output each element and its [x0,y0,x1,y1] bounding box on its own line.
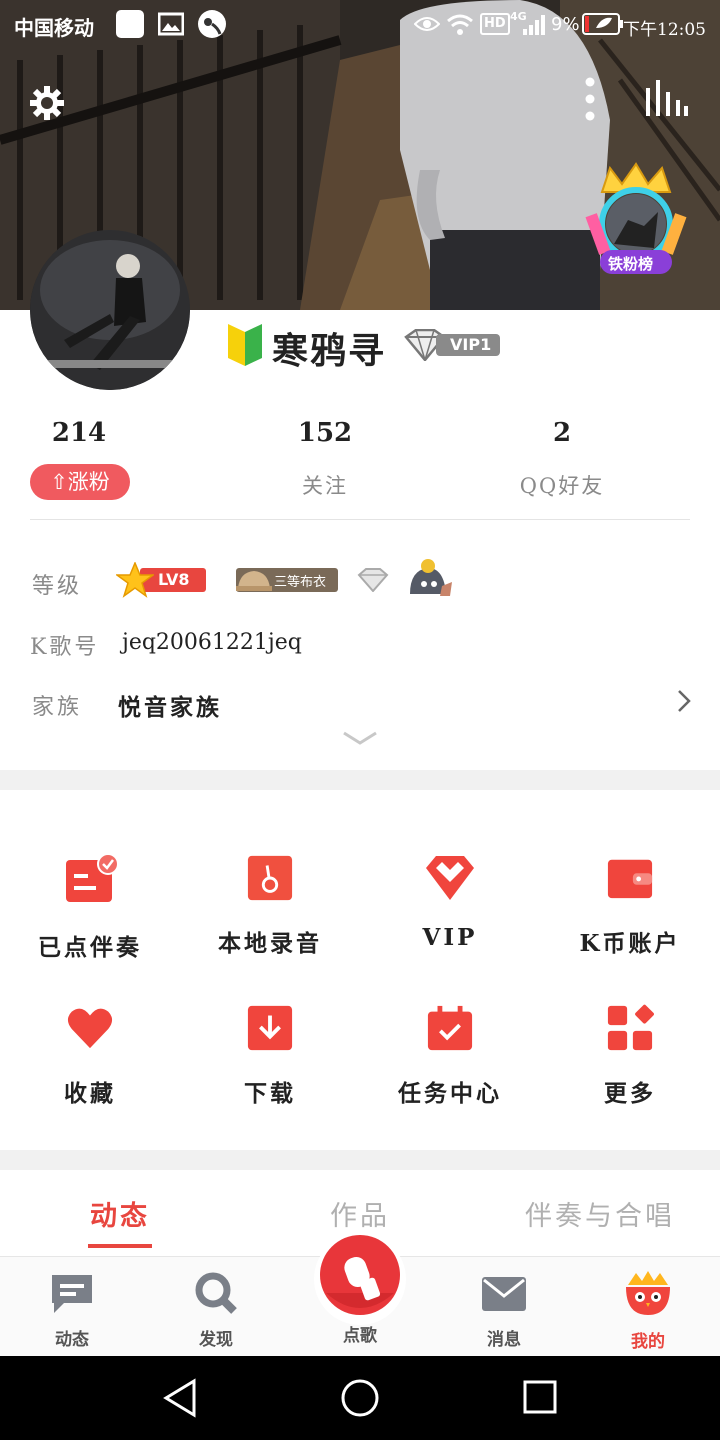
vip-diamond-icon [426,856,474,900]
stats-divider [30,519,690,520]
tab-active-indicator [88,1244,152,1248]
kge-id-value: jeq20061221jeq [122,630,302,655]
vip-label: VIP1 [450,335,492,354]
following-count[interactable]: 152 [225,418,425,448]
heart-icon [67,1008,113,1049]
bottom-nav: 动态 发现 点歌 消息 我的 [0,1233,720,1357]
grid-label: 收藏 [64,1080,116,1107]
nav-label: 动态 [55,1330,89,1350]
grow-fans-label: 涨粉 [67,470,110,494]
level-label: 等级 [32,574,83,599]
grid-label: 任务中心 [398,1080,502,1107]
avatar-photo [30,230,190,390]
up-arrow-icon: ⇧ [50,470,68,494]
grid-item-accompaniment[interactable]: 已点伴奏 [0,853,180,962]
wifi-icon [447,14,473,35]
grid-item-favorites[interactable]: 收藏 [0,1004,180,1108]
chevron-right-icon[interactable] [676,688,692,714]
rank-badge-label: 三等布衣 [274,575,327,590]
grid-label: 更多 [604,1080,656,1107]
grid-item-kcoin-account[interactable]: K币账户 [540,854,720,958]
message-icon [52,1275,92,1313]
grow-fans-button[interactable]: ⇧涨粉 [30,464,130,500]
nav-label: 我的 [631,1332,665,1352]
qq-friends-label[interactable]: QQ好友 [462,470,662,500]
family-label: 家族 [32,695,83,720]
grid-label: VIP [422,924,478,951]
nav-me[interactable]: 我的 [598,1271,698,1352]
grid-item-task-center[interactable]: 任务中心 [360,1004,540,1108]
nav-label: 发现 [199,1330,233,1350]
section-separator [0,770,720,790]
mic-icon [314,1233,406,1325]
gray-diamond-icon[interactable] [356,568,390,592]
tab-feed[interactable]: 动态 [20,1194,220,1233]
carrier-label: 中国移动 [14,16,94,40]
grid-label: K币账户 [579,930,681,957]
app-notification-icon [198,10,226,38]
vertical-dots-icon[interactable] [580,76,600,122]
bar-chart-icon[interactable] [644,80,690,118]
local-recording-icon [247,855,293,901]
nav-label: 消息 [487,1330,521,1350]
eye-icon [414,17,440,31]
back-icon[interactable] [162,1378,198,1418]
chevron-down-icon[interactable] [342,730,378,746]
pet-icon[interactable] [406,556,454,598]
newbie-badge-icon [228,324,262,366]
image-icon [158,12,184,36]
user-name: 寒鸦寻 [272,330,387,372]
recents-icon[interactable] [522,1379,558,1415]
home-icon[interactable] [340,1378,380,1418]
level-badge[interactable]: LV8 [116,562,208,598]
download-icon [247,1005,293,1051]
grid-label: 本地录音 [218,930,322,957]
following-label[interactable]: 关注 [225,470,425,500]
nav-feed[interactable]: 动态 [22,1271,122,1350]
more-apps-icon [607,1004,654,1051]
fans-count[interactable]: 214 [0,418,179,448]
level-badge-label: LV8 [158,570,190,589]
grid-item-more[interactable]: 更多 [540,1004,720,1108]
tab-works[interactable]: 作品 [260,1194,460,1233]
nav-song-request[interactable]: 点歌 [310,1231,410,1346]
rank-badge[interactable]: 三等布衣 [236,568,338,592]
grid-item-download[interactable]: 下载 [180,1004,360,1108]
calendar-check-icon [427,1005,473,1051]
mascot-icon [626,1271,670,1315]
status-bar: 中国移动 HD 4G 9% 下午12:05 [0,0,720,50]
nav-discover[interactable]: 发现 [166,1271,266,1350]
hat-icon [236,571,272,591]
clock: 下午12:05 [623,20,706,40]
hd-badge: HD [480,13,510,35]
grid-item-vip[interactable]: VIP [360,854,540,951]
search-icon [195,1272,237,1314]
section-separator [0,1150,720,1170]
fan-ranking-badge[interactable]: 铁粉榜 [584,160,688,278]
wallet-icon [607,859,653,899]
fan-ranking-label: 铁粉榜 [608,255,654,273]
kge-id-label: K歌号 [30,635,100,660]
accompaniment-icon [66,853,119,902]
battery-percent: 9% [551,14,580,35]
mail-icon [482,1277,526,1311]
family-value[interactable]: 悦音家族 [118,688,222,722]
nav-messages[interactable]: 消息 [454,1271,554,1350]
grid-item-local-recording[interactable]: 本地录音 [180,854,360,958]
signal-icon [523,15,545,35]
system-nav-bar [0,1356,720,1440]
grid-label: 下载 [244,1080,296,1107]
vip-badge[interactable]: VIP1 [402,329,500,361]
grid-label: 已点伴奏 [38,934,142,961]
tab-accompaniment-chorus[interactable]: 伴奏与合唱 [500,1194,700,1233]
star-icon [116,562,154,598]
gear-icon[interactable] [28,84,66,122]
qq-friends-count[interactable]: 2 [462,418,662,448]
battery-icon [582,13,623,35]
avatar[interactable] [30,230,190,390]
notification-square-icon [116,10,144,38]
